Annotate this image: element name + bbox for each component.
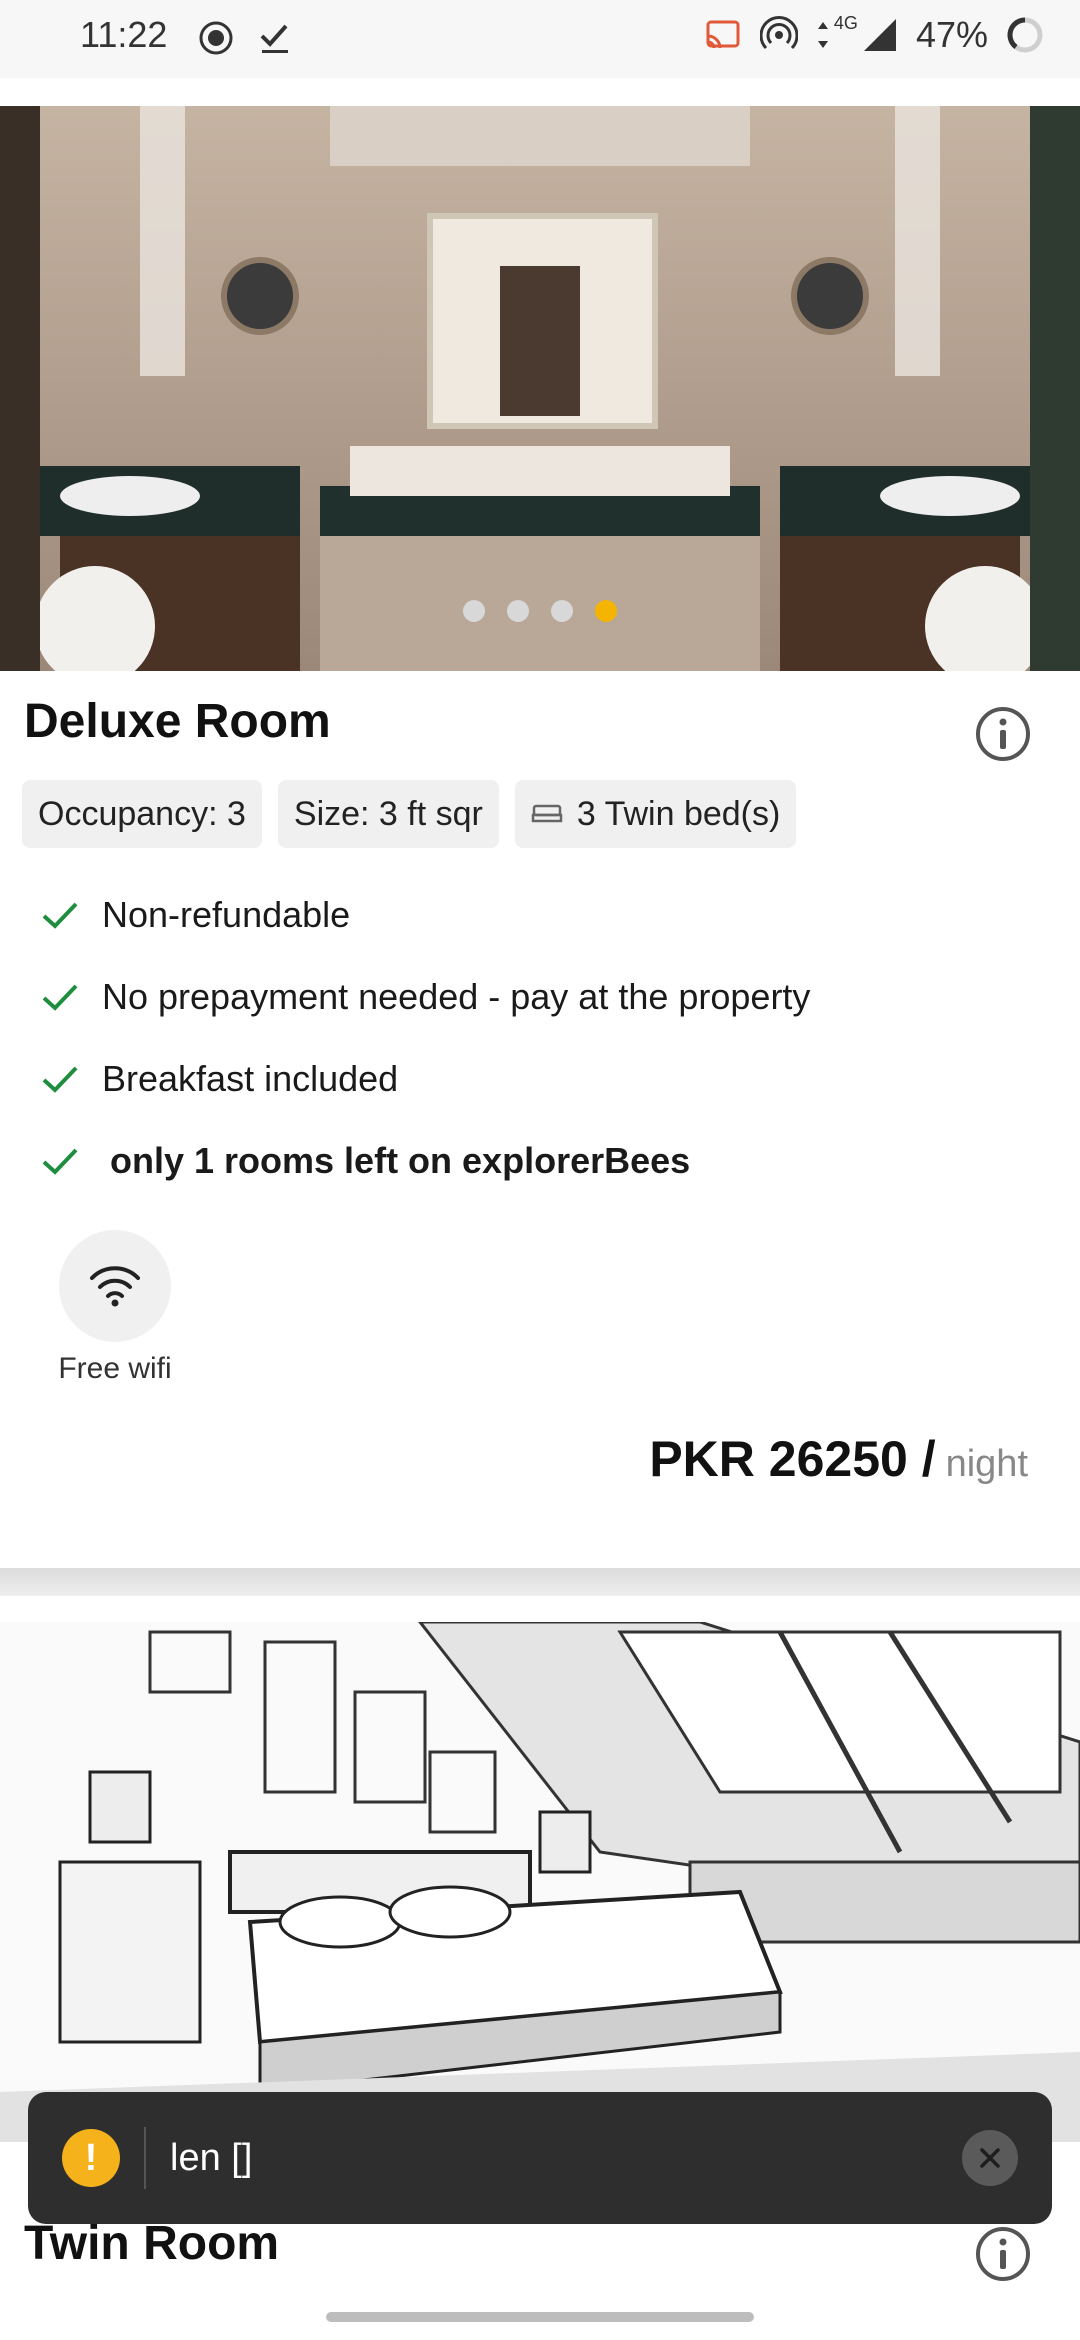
carousel-dot[interactable]: [507, 600, 529, 622]
info-icon[interactable]: [975, 706, 1031, 762]
amenity-wifi: Free wifi: [50, 1230, 180, 1386]
task-done-icon: [260, 24, 288, 53]
carousel-dot[interactable]: [551, 600, 573, 622]
amenity-icon-circle: [59, 1230, 171, 1342]
check-icon: [42, 984, 78, 1011]
feature-text: No prepayment needed - pay at the proper…: [102, 976, 811, 1017]
signal-group: 4G: [816, 13, 898, 53]
availability-text: only 1 rooms left on explorerBees: [110, 1140, 691, 1181]
card-divider: [0, 1568, 1080, 1596]
feature-list: Non-refundable No prepayment needed - pa…: [40, 874, 810, 1202]
occupancy-label: Occupancy: 3: [38, 794, 246, 833]
check-icon: [42, 1148, 78, 1175]
list-item: only 1 rooms left on explorerBees: [40, 1120, 810, 1202]
room-title-2: Twin Room: [24, 2217, 280, 2270]
room-chips: Occupancy: 3 Size: 3 ft sqr 3 Twin bed(s…: [22, 780, 797, 848]
status-left-icons: [198, 20, 292, 56]
price-amount: PKR 26250 /: [649, 1431, 936, 1487]
size-chip: Size: 3 ft sqr: [277, 780, 499, 848]
feature-text: Breakfast included: [102, 1058, 399, 1099]
list-item: Non-refundable: [40, 874, 810, 956]
status-time: 11:22: [80, 14, 168, 55]
carousel-dots: [0, 600, 1080, 622]
snackbar: ! len []: [28, 2092, 1052, 2224]
info-icon[interactable]: [975, 2226, 1031, 2282]
occupancy-chip: Occupancy: 3: [22, 780, 262, 848]
battery-percent: 47%: [915, 14, 988, 55]
check-icon: [42, 902, 78, 929]
wifi-icon: [90, 1266, 140, 1307]
record-icon: [199, 21, 233, 55]
bed-icon: [531, 804, 563, 823]
check-icon: [42, 1066, 78, 1093]
hotspot-icon: [759, 16, 798, 50]
snackbar-close-button[interactable]: [962, 2130, 1018, 2186]
status-right: 4G 47%: [704, 13, 1044, 56]
signal-icon: [863, 19, 896, 51]
data-arrows-icon: [817, 22, 828, 48]
beds-chip: 3 Twin bed(s): [514, 780, 797, 848]
size-label: Size: 3 ft sqr: [293, 794, 483, 833]
list-item: No prepayment needed - pay at the proper…: [40, 956, 810, 1038]
snackbar-separator: [144, 2127, 146, 2189]
network-type: 4G: [833, 12, 858, 33]
carousel-dot[interactable]: [463, 600, 485, 622]
status-bar: 11:22 4G 47%: [0, 0, 1080, 78]
carousel-dot-active[interactable]: [595, 600, 617, 622]
room-photo-carousel[interactable]: [0, 106, 1080, 671]
room-title: Deluxe Room: [24, 695, 331, 748]
feature-text: Non-refundable: [102, 894, 351, 935]
bedroom-sketch-photo: [0, 1622, 1080, 2142]
close-icon: [980, 2148, 1000, 2168]
warning-icon: !: [62, 2129, 120, 2187]
beds-label: 3 Twin bed(s): [576, 794, 781, 833]
snackbar-message: len []: [170, 2136, 253, 2179]
bathroom-photo: [0, 106, 1080, 671]
gesture-nav-handle[interactable]: [326, 2312, 754, 2322]
battery-icon: [1007, 17, 1043, 53]
room-photo-carousel-2[interactable]: [0, 1622, 1080, 2142]
amenity-label: Free wifi: [58, 1352, 172, 1385]
cast-icon: [706, 20, 740, 49]
list-item: Breakfast included: [40, 1038, 810, 1120]
room-price: PKR 26250 / night: [649, 1430, 1028, 1488]
price-unit: night: [945, 1443, 1028, 1485]
